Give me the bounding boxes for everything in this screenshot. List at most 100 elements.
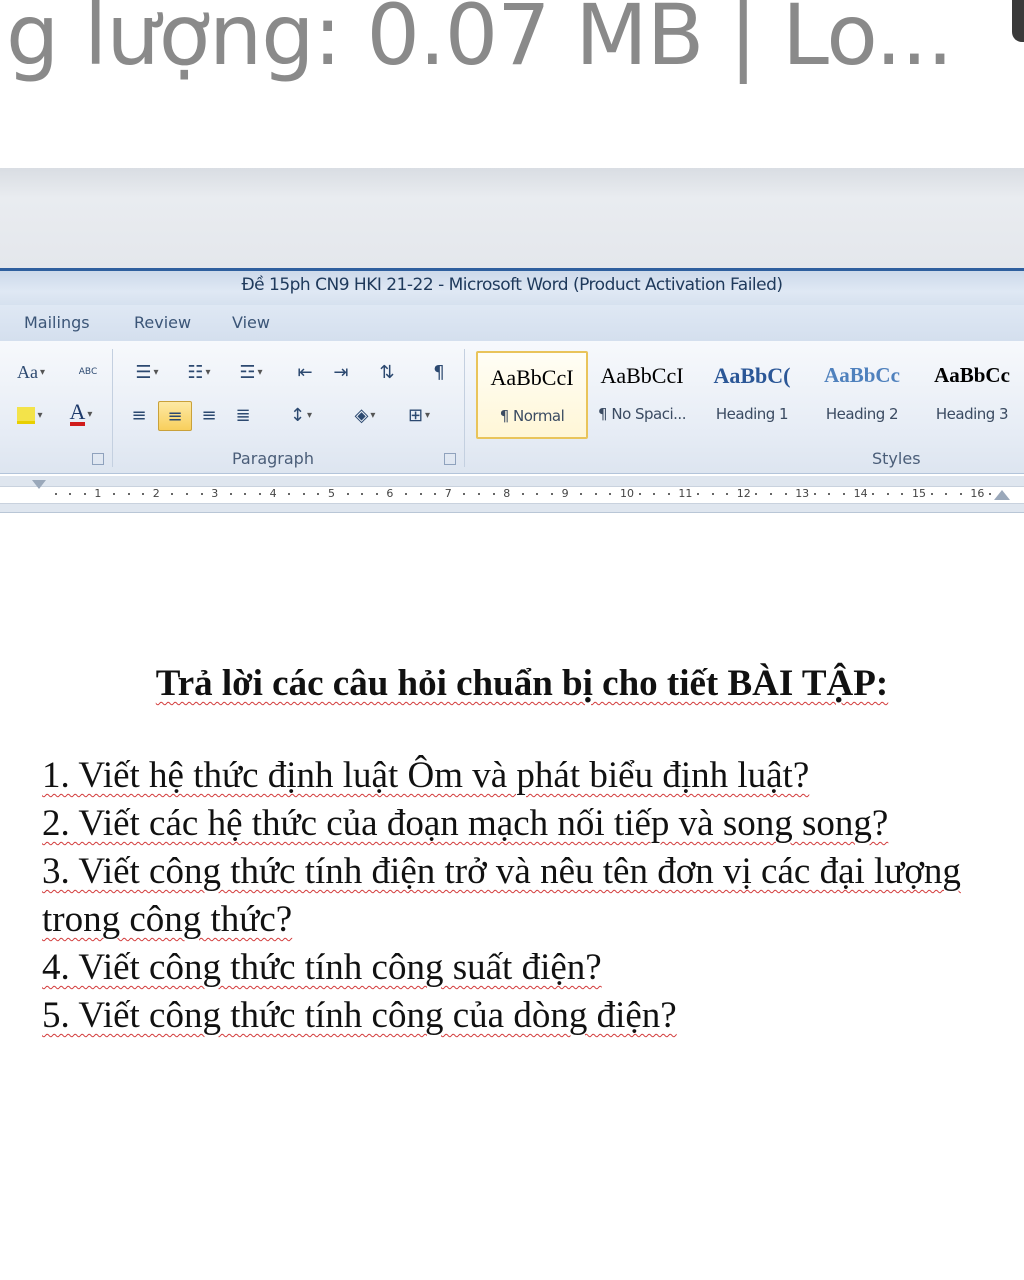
style-no-spacing[interactable]: AaBbCcI ¶ No Spaci...: [588, 351, 696, 435]
file-info-caption: g lượng: 0.07 MB | Lo...: [0, 0, 1024, 95]
group-separator: [464, 349, 465, 467]
list-item: 5. Viết công thức tính công của dòng điệ…: [42, 992, 1002, 1040]
ruler-tick: [930, 493, 933, 495]
ruler-tick: [113, 493, 115, 495]
ruler-number: 15: [912, 487, 926, 500]
style-heading-3[interactable]: AaBbCc Heading 3: [918, 351, 1024, 435]
decrease-indent-icon[interactable]: ⇤: [288, 359, 322, 385]
question-list: 1. Viết hệ thức định luật Ôm và phát biể…: [42, 752, 1002, 1040]
increase-indent-icon[interactable]: ⇥: [324, 359, 358, 385]
align-center-icon[interactable]: ≡: [158, 401, 192, 431]
ruler-tick: [171, 493, 174, 495]
line-spacing-icon[interactable]: ↕ ▾: [280, 401, 322, 429]
spelling-icon[interactable]: ABC: [74, 359, 102, 385]
style-name: ¶ Normal: [499, 407, 565, 425]
ruler-tick: [288, 493, 291, 495]
ruler-tick: [54, 493, 57, 495]
ruler-tick: [521, 493, 524, 495]
style-name: ¶ No Spaci...: [598, 405, 686, 423]
ruler-number: 13: [795, 487, 810, 500]
ruler-number: 14: [853, 487, 868, 500]
ruler-tick: [945, 493, 948, 495]
word-title-bar: Đề 15ph CN9 HKI 21-22 - Microsoft Word (…: [0, 268, 1024, 305]
ruler-tick: [697, 493, 699, 495]
tab-review[interactable]: Review: [134, 313, 191, 332]
horizontal-ruler[interactable]: 1 2 3 4 5 6 7 8 9 10 11 12 13 14 15 16: [0, 476, 1024, 513]
bullets-icon[interactable]: ☰ ▾: [124, 359, 170, 385]
ribbon: Aa ▾ ABC ▾ A ▾ ☰ ▾ ☷ ▾ ☲ ▾ ⇤ ⇥ ⇅ ¶ ≡ ≡ ≡ ≣ ↕ ▾…: [0, 341, 1024, 474]
ruler-tick: [609, 493, 612, 495]
ruler-number: 8: [503, 487, 511, 500]
ruler-tick: [346, 493, 349, 495]
ruler-tick: [653, 493, 656, 495]
style-normal[interactable]: AaBbCcI ¶ Normal: [476, 351, 588, 439]
justify-icon[interactable]: ≣: [228, 401, 258, 429]
ruler-tick: [667, 493, 670, 495]
paragraph-dialog-launcher[interactable]: [444, 453, 456, 465]
ruler-tick: [478, 493, 480, 495]
window-backdrop: [0, 168, 1024, 268]
ruler-tick: [536, 493, 539, 495]
align-left-icon[interactable]: ≡: [124, 401, 154, 429]
ruler-tick: [843, 493, 845, 495]
ruler-tick: [492, 493, 495, 495]
font-dialog-launcher[interactable]: [92, 453, 104, 465]
document-heading: Trả lời các câu hỏi chuẩn bị cho tiết BÀ…: [0, 662, 1024, 705]
list-item: 1. Viết hệ thức định luật Ôm và phát biể…: [42, 752, 1002, 800]
ruler-number: 6: [386, 487, 394, 500]
ruler-tick: [872, 493, 875, 495]
sort-icon[interactable]: ⇅: [370, 359, 404, 385]
ruler-tick: [828, 493, 831, 495]
ruler-tick: [259, 493, 261, 495]
right-indent-marker[interactable]: [994, 490, 1010, 500]
change-case-button[interactable]: Aa ▾: [10, 359, 52, 385]
borders-icon[interactable]: ⊞ ▾: [396, 401, 442, 429]
ruler-tick: [886, 493, 889, 495]
ruler-number: 16: [970, 487, 985, 500]
style-name: Heading 1: [715, 405, 789, 423]
ruler-tick: [375, 493, 378, 495]
ruler-number: 4: [269, 487, 277, 500]
ruler-tick: [784, 493, 787, 495]
ruler-tick: [302, 493, 305, 495]
style-name: Heading 2: [825, 405, 899, 423]
shading-icon[interactable]: ◈ ▾: [342, 401, 388, 429]
ruler-tick: [419, 493, 422, 495]
tab-mailings[interactable]: Mailings: [24, 313, 90, 332]
ruler-tick: [726, 493, 729, 495]
align-right-icon[interactable]: ≡: [194, 401, 224, 429]
font-color-button[interactable]: A ▾: [58, 399, 104, 429]
style-heading-2[interactable]: AaBbCc Heading 2: [808, 351, 916, 435]
ruler-tick: [813, 493, 816, 495]
style-name: Heading 3: [935, 405, 1009, 423]
ruler-tick: [434, 493, 437, 495]
ruler-number: 11: [678, 487, 693, 500]
ruler-number: 5: [328, 487, 335, 500]
ruler-tick: [901, 493, 904, 495]
highlight-color-button[interactable]: ▾: [6, 401, 54, 429]
scroll-indicator: [1012, 0, 1024, 42]
list-item: 3. Viết công thức tính điện trở và nêu t…: [42, 848, 1002, 944]
show-marks-icon[interactable]: ¶: [424, 359, 454, 385]
style-heading-1[interactable]: AaBbC( Heading 1: [698, 351, 806, 435]
ruler-tick: [594, 493, 597, 495]
tab-view[interactable]: View: [232, 313, 270, 332]
first-line-indent-marker[interactable]: [32, 480, 46, 489]
list-item-text: 2. Viết các hệ thức của đoạn mạch nối ti…: [42, 803, 889, 844]
ruler-tick: [580, 493, 583, 495]
ruler-number: 10: [620, 487, 634, 500]
numbering-icon[interactable]: ☷ ▾: [176, 359, 222, 385]
multilevel-list-icon[interactable]: ☲ ▾: [228, 359, 274, 385]
ruler-tick: [551, 493, 553, 495]
ruler-number: 1: [94, 487, 102, 500]
list-item-text: 5. Viết công thức tính công của dòng điệ…: [42, 995, 677, 1036]
ruler-tick: [989, 493, 991, 495]
ribbon-tabs: Mailings Review View: [0, 305, 1024, 342]
ruler-tick: [405, 493, 407, 495]
list-item-text: 1. Viết hệ thức định luật Ôm và phát biể…: [42, 755, 810, 796]
ruler-tick: [186, 493, 188, 495]
ruler-number: 2: [152, 487, 160, 500]
style-preview: AaBbC(: [713, 363, 791, 388]
ruler-number: 9: [561, 487, 569, 500]
ruler-tick: [463, 493, 466, 495]
